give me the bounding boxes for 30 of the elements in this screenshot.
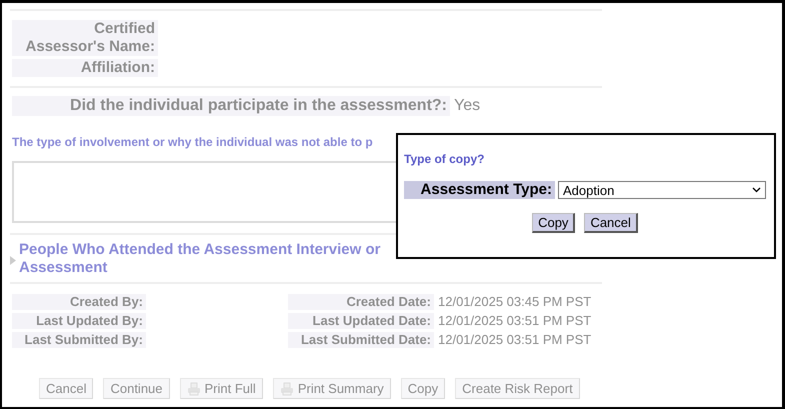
audit-label: Created Date: bbox=[288, 294, 434, 310]
audit-label: Last Submitted By: bbox=[12, 332, 146, 348]
audit-value: 12/01/2025 03:51 PM PST bbox=[438, 313, 592, 329]
audit-label: Last Submitted Date: bbox=[288, 332, 434, 348]
field-label: Affiliation: bbox=[12, 59, 158, 77]
action-button[interactable]: Cancel bbox=[39, 378, 94, 399]
dialog-title: Type of copy? bbox=[404, 152, 486, 166]
field-label: Assessment Type: bbox=[404, 181, 555, 199]
printer-icon bbox=[280, 382, 294, 396]
audit-value: 12/01/2025 03:51 PM PST bbox=[438, 332, 592, 348]
dialog-button[interactable]: Cancel bbox=[584, 213, 638, 233]
answer-text: Yes bbox=[454, 97, 480, 115]
dialog-button[interactable]: Copy bbox=[532, 213, 576, 233]
audit-label: Created By: bbox=[12, 294, 146, 310]
action-button[interactable]: Print Summary bbox=[272, 378, 391, 399]
action-button[interactable]: Continue bbox=[103, 378, 170, 399]
question-label: Did the individual participate in the assessment?: bbox=[12, 96, 450, 116]
expand-icon[interactable] bbox=[10, 256, 16, 265]
audit-label: Last Updated Date: bbox=[288, 313, 434, 329]
involvement-label: The type of involvement or why the individual was not able to p bbox=[12, 135, 374, 149]
assessment-type-dropdown[interactable]: Adoption bbox=[558, 181, 766, 199]
action-button[interactable]: Print Full bbox=[180, 378, 263, 399]
chevron-icon bbox=[752, 187, 761, 193]
audit-label: Last Updated By: bbox=[12, 313, 146, 329]
printer-icon bbox=[186, 382, 201, 396]
audit-value: 12/01/2025 03:45 PM PST bbox=[438, 294, 592, 310]
action-button[interactable]: Copy bbox=[400, 378, 446, 399]
action-button[interactable]: Create Risk Report bbox=[455, 378, 580, 399]
section-heading[interactable]: People Who Attended the Assessment Interview or Assessment bbox=[19, 241, 380, 277]
field-label: Certified Assessor's Name: bbox=[12, 20, 158, 56]
